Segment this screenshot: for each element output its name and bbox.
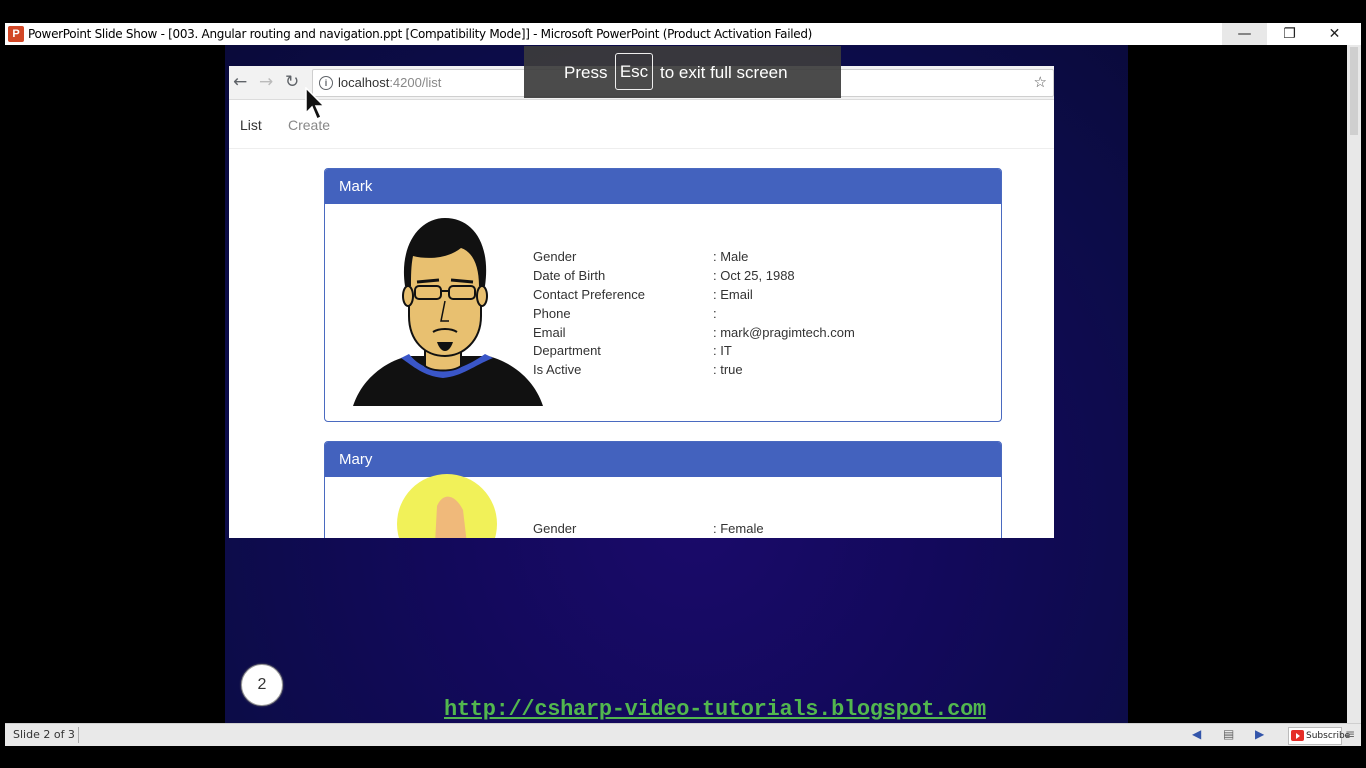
detail-row: Gender : Female — [533, 520, 933, 538]
employee-panel: Mark Gender: Male Date of Birth: Oct 2… — [324, 168, 1002, 422]
detail-row: Contact Preference : Email — [533, 286, 933, 305]
nav-link-list[interactable]: List — [240, 117, 262, 133]
detail-value: : Email — [713, 286, 753, 302]
window-titlebar: P PowerPoint Slide Show - [003. Angular … — [5, 23, 1361, 45]
previous-slide-icon[interactable]: ◀ — [1192, 727, 1201, 741]
notice-text-press: Press — [564, 63, 608, 82]
vertical-scrollbar[interactable] — [1347, 45, 1361, 723]
detail-value: : Oct 25, 1988 — [713, 267, 795, 283]
close-icon: ✕ — [1328, 26, 1341, 42]
detail-row: Is Active : true — [533, 361, 933, 380]
scrollbar-thumb[interactable] — [1350, 47, 1358, 135]
youtube-logo-icon — [1291, 730, 1304, 741]
detail-label: Gender — [533, 249, 577, 264]
status-separator — [78, 727, 79, 743]
next-slide-icon[interactable]: ▶ — [1255, 727, 1264, 741]
url-host: localhost — [338, 75, 390, 90]
fullscreen-exit-notice: Press Esc to exit full screen — [524, 46, 841, 98]
detail-value: : IT — [713, 343, 732, 359]
detail-row: Date of Birth : Oct 25, 1988 — [533, 267, 933, 286]
url-text: localhost:4200/list — [338, 75, 441, 90]
employee-photo — [397, 474, 497, 538]
blog-link[interactable]: http://csharp-video-tutorials.blogspot.c… — [444, 697, 986, 722]
detail-value: : mark@pragimtech.com — [713, 324, 855, 340]
detail-row: Phone: — [533, 305, 933, 324]
detail-label: Date of Birth — [533, 267, 606, 283]
detail-row: Gender : Male — [533, 248, 933, 267]
detail-value: : true — [713, 362, 743, 378]
employee-name-header: Mark — [325, 169, 1001, 204]
employee-photo — [353, 218, 543, 406]
employee-panel: Mary Gender: Female — [324, 441, 1002, 538]
browser-window: ← → ↻ i localhost:4200/list ☆ List Creat… — [229, 66, 1054, 538]
esc-key-badge: Esc — [615, 53, 653, 90]
notice-text-exit: to exit full screen — [660, 63, 788, 82]
detail-label: Is Active — [533, 362, 582, 378]
url-path: :4200/list — [389, 75, 442, 90]
subscribe-label: Subscribe — [1306, 731, 1351, 741]
slide-count-text: Slide 2 of 3 — [13, 728, 75, 741]
forward-icon[interactable]: → — [259, 72, 273, 92]
detail-label: Department — [533, 343, 601, 359]
slide-menu-icon[interactable]: ▤ — [1223, 727, 1234, 741]
powerpoint-icon: P — [8, 26, 24, 42]
detail-value: : — [713, 305, 717, 321]
detail-value: : Male — [713, 249, 749, 264]
minimize-button[interactable]: — — [1222, 23, 1267, 45]
restore-button[interactable]: ❐ — [1267, 23, 1312, 45]
app-navbar: List Create — [229, 100, 1054, 149]
status-bar: Slide 2 of 3 ◀ ▤ ▶ Subscribe ≡ — [5, 723, 1361, 746]
youtube-subscribe-button[interactable]: Subscribe — [1288, 727, 1350, 745]
minimize-icon: — — [1237, 26, 1252, 42]
mouse-cursor-icon — [305, 87, 326, 121]
detail-label: Phone — [533, 305, 571, 321]
slide-number-badge: 2 — [241, 664, 283, 706]
detail-row: Email : mark@pragimtech.com — [533, 324, 933, 343]
detail-label: Contact Preference — [533, 286, 646, 302]
reload-icon[interactable]: ↻ — [285, 72, 299, 92]
detail-label: Email — [533, 324, 566, 340]
employee-details: Gender : Male Date of Birth : Oct 25, 1988… — [533, 248, 933, 380]
employee-details: Gender : Female — [533, 520, 933, 538]
detail-row: Department : IT — [533, 342, 933, 361]
bookmark-star-icon[interactable]: ☆ — [1034, 73, 1047, 91]
detail-label: Gender — [533, 521, 577, 536]
restore-icon: ❐ — [1283, 26, 1296, 42]
detail-value: : Female — [713, 521, 764, 536]
back-icon[interactable]: ← — [233, 72, 247, 92]
menu-icon[interactable]: ≡ — [1345, 727, 1355, 741]
window-title: PowerPoint Slide Show - [003. Angular ro… — [28, 27, 813, 41]
close-button[interactable]: ✕ — [1312, 23, 1357, 45]
